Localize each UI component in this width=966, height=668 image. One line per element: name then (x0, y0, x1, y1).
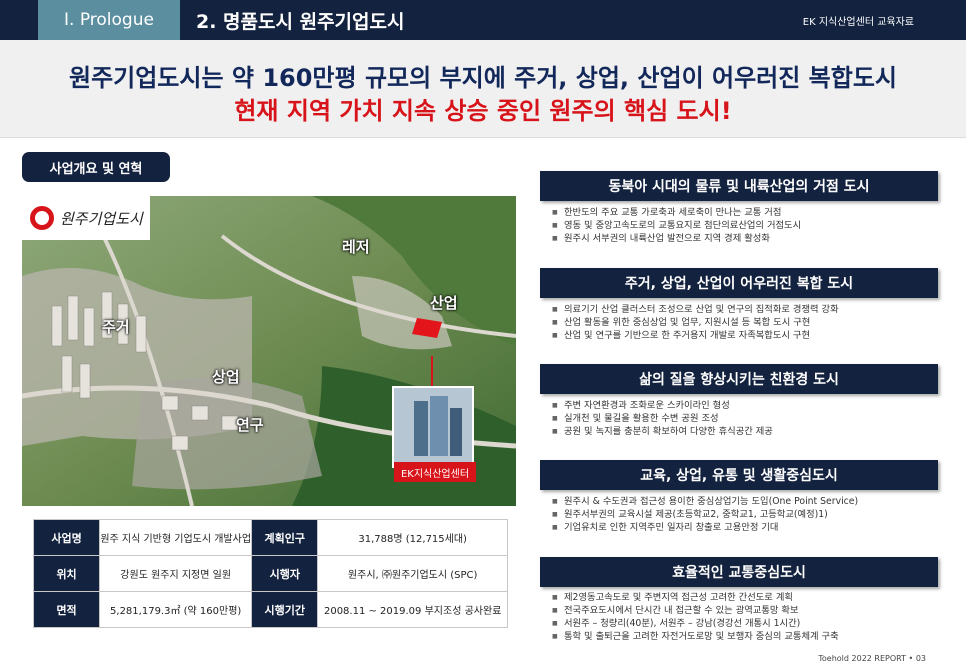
section-title-education: 교육, 상업, 유통 및 생활중심도시 (540, 460, 938, 490)
table-header-cell: 시행자 (251, 555, 319, 592)
section-title-complex: 주거, 상업, 산업이 어우러진 복합 도시 (540, 268, 938, 298)
table-row: 사업명 원주 지식 기반형 기업도시 개발사업 계획인구 31,788명 (12… (32, 519, 508, 556)
table-row: 위치 강원도 원주지 지정면 일원 시행자 원주시, ㈜원주기업도시 (SPC) (32, 555, 508, 592)
logo-text: 원주기업도시 (60, 209, 143, 228)
section-tab-prologue: Ⅰ. Prologue (38, 0, 180, 40)
list-item: 제2영동고속도로 및 주변지역 접근성 고려한 간선도로 계획 (552, 591, 948, 604)
list-item: 의료기기 산업 클러스터 조성으로 산업 및 연구의 집적화로 경쟁력 강화 (552, 303, 948, 316)
list-item: 산업 및 연구를 기반으로 한 주거용지 개발로 자족복합도시 구현 (552, 329, 948, 342)
section-list-complex: 의료기기 산업 클러스터 조성으로 산업 및 연구의 집적화로 경쟁력 강화 산… (552, 303, 948, 342)
logo-ring-icon (30, 206, 54, 230)
map-label-research: 연구 (236, 416, 264, 434)
table-cell: 2008.11 ~ 2019.09 부지조성 공사완료 (317, 591, 508, 628)
map-label-commerce: 상업 (212, 368, 240, 386)
top-bar: Ⅰ. Prologue 2. 명품도시 원주기업도시 EK 지식산업센터 교육자… (0, 0, 966, 40)
table-cell: 5,281,179.3㎡ (약 160만평) (99, 591, 253, 628)
list-item: 공원 및 녹지를 충분히 확보하여 다양한 휴식공간 제공 (552, 425, 948, 438)
map-label-industry: 산업 (430, 294, 458, 312)
headline-line-1: 원주기업도시는 약 160만평 규모의 부지에 주거, 상업, 산업이 어우러진… (68, 64, 897, 92)
aerial-photo: 원주기업도시 레저 산업 주거 상업 연구 (22, 196, 516, 506)
list-item: 원주서부권의 교육시설 제공(초등학교2, 중학교1, 고등학교(예정)1) (552, 508, 948, 521)
list-item: 통학 및 출퇴근을 고려한 자전거도로망 및 보행자 중심의 교통체계 구축 (552, 630, 948, 643)
section-title-eco: 삶의 질을 향상시키는 친환경 도시 (540, 364, 938, 394)
list-item: 산업 활동을 위한 중심상업 및 업무, 지원시설 등 복합 도시 구현 (552, 316, 948, 329)
city-logo: 원주기업도시 (22, 196, 150, 240)
table-cell: 31,788명 (12,715세대) (317, 519, 508, 556)
aerial-illustration (22, 196, 516, 506)
list-item: 전국주요도시에서 단시간 내 접근할 수 있는 광역교통망 확보 (552, 604, 948, 617)
list-item: 실개천 및 물길을 활용한 수변 공원 조성 (552, 412, 948, 425)
overview-pill: 사업개요 및 연혁 (22, 152, 170, 182)
section-list-transport: 제2영동고속도로 및 주변지역 접근성 고려한 간선도로 계획 전국주요도시에서… (552, 591, 948, 643)
overview-table: 사업명 원주 지식 기반형 기업도시 개발사업 계획인구 31,788명 (12… (32, 519, 508, 628)
table-cell: 강원도 원주지 지정면 일원 (99, 555, 253, 592)
section-title-logistics: 동북아 시대의 물류 및 내륙산업의 거점 도시 (540, 171, 938, 201)
table-cell: 원주 지식 기반형 기업도시 개발사업 (99, 519, 253, 556)
list-item: 원주시 서부권의 내륙산업 발전으로 지역 경제 활성화 (552, 232, 948, 245)
table-header-cell: 면적 (32, 591, 101, 628)
brand-label: EK 지식산업센터 교육자료 (802, 16, 914, 28)
footer-label: Toehold 2022 REPORT • 03 (818, 654, 926, 663)
section-list-logistics: 한반도의 주요 교통 가로축과 세로축이 만나는 교통 거점 영동 및 중앙고속… (552, 206, 948, 245)
ek-center-label: EK지식산업센터 (394, 462, 476, 482)
headline-line-2: 현재 지역 가치 지속 상승 중인 원주의 핵심 도시! (234, 97, 732, 125)
table-header-cell: 위치 (32, 555, 101, 592)
section-list-eco: 주변 자연환경과 조화로운 스카이라인 형성 실개천 및 물길을 활용한 수변 … (552, 399, 948, 438)
list-item: 서원주 – 청량리(40분), 서원주 – 강남(경강선 개통시 1시간) (552, 617, 948, 630)
list-item: 주변 자연환경과 조화로운 스카이라인 형성 (552, 399, 948, 412)
list-item: 기업유치로 인한 지역주민 일자리 창출로 고용안정 기대 (552, 521, 948, 534)
table-cell: 원주시, ㈜원주기업도시 (SPC) (317, 555, 508, 592)
list-item: 한반도의 주요 교통 가로축과 세로축이 만나는 교통 거점 (552, 206, 948, 219)
list-item: 원주시 & 수도권과 접근성 용이한 중심상업기능 도입(One Point S… (552, 495, 948, 508)
table-header-cell: 시행기간 (251, 591, 319, 628)
table-row: 면적 5,281,179.3㎡ (약 160만평) 시행기간 2008.11 ~… (32, 591, 508, 628)
table-header-cell: 사업명 (32, 519, 101, 556)
table-header-cell: 계획인구 (251, 519, 319, 556)
map-label-residence: 주거 (102, 318, 130, 336)
page-title: 2. 명품도시 원주기업도시 (196, 10, 405, 33)
map-label-leisure: 레저 (342, 238, 370, 256)
section-title-transport: 효율적인 교통중심도시 (540, 557, 938, 587)
list-item: 영동 및 중앙고속도로의 교통요지로 첨단의료산업의 거점도시 (552, 219, 948, 232)
section-list-education: 원주시 & 수도권과 접근성 용이한 중심상업기능 도입(One Point S… (552, 495, 948, 534)
